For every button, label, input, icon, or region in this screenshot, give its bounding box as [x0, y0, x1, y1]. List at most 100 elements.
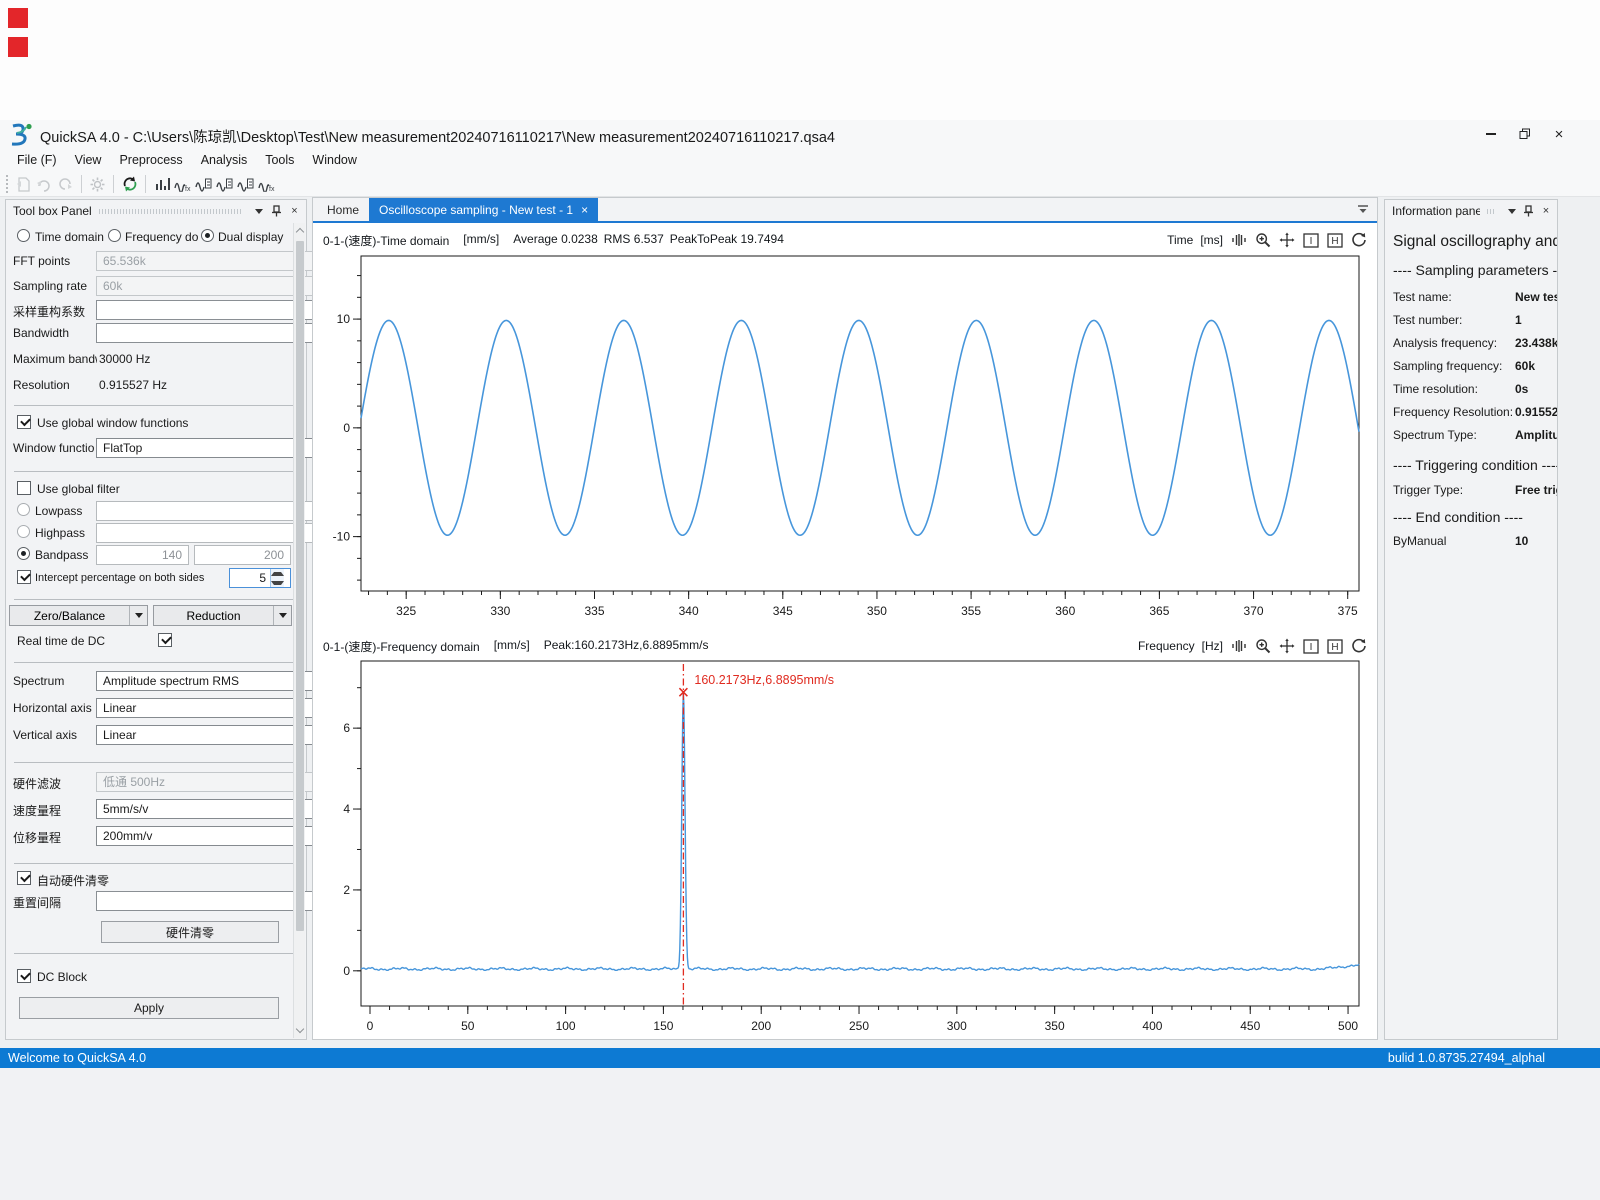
reduction-button[interactable]: Reduction — [153, 605, 292, 626]
redo-measurement-icon[interactable] — [34, 174, 55, 194]
close-icon[interactable]: × — [1539, 204, 1553, 219]
spin-down-button[interactable] — [271, 578, 284, 587]
radio-bandpass[interactable] — [17, 547, 30, 560]
intercept-spinner[interactable]: 5 — [229, 568, 291, 588]
menu-analysis[interactable]: Analysis — [192, 150, 257, 170]
bar-chart-icon[interactable] — [151, 174, 172, 194]
menu-file[interactable]: File (F) — [8, 150, 66, 170]
desktop-background — [0, 1068, 1600, 1200]
tab-oscilloscope-sampling[interactable]: Oscilloscope sampling - New test - 1 × — [369, 198, 598, 221]
new-measurement-icon[interactable] — [13, 174, 34, 194]
pin-icon[interactable] — [1522, 204, 1536, 219]
wave-report-icon[interactable] — [193, 174, 214, 194]
radio-dual-display[interactable] — [201, 229, 214, 242]
menu-view[interactable]: View — [66, 150, 111, 170]
panel-drag-dots[interactable] — [1487, 209, 1495, 214]
dc-block-checkbox[interactable] — [17, 969, 31, 983]
svg-text:2: 2 — [343, 883, 350, 897]
vertical-cursor-icon[interactable]: I — [1302, 232, 1319, 249]
svg-text:360: 360 — [1055, 604, 1075, 618]
wave-report-icon[interactable] — [214, 174, 235, 194]
max-bandwidth-label: Maximum bandwidth — [13, 352, 97, 366]
restore-button[interactable] — [1512, 124, 1538, 144]
panel-menu-icon[interactable] — [1505, 204, 1519, 219]
svg-text:325: 325 — [396, 604, 416, 618]
spin-up-button[interactable] — [271, 569, 284, 578]
freq-chart-peak: Peak:160.2173Hz,6.8895mm/s — [544, 638, 709, 655]
pan-icon[interactable] — [1278, 638, 1295, 655]
app-logo-icon — [9, 123, 35, 146]
information-panel-header: Information panel × — [1385, 200, 1557, 222]
spectrum-fx-icon[interactable]: fx — [172, 174, 193, 194]
horizontal-cursor-icon[interactable]: H — [1326, 232, 1343, 249]
menu-bar: File (F) View Preprocess Analysis Tools … — [0, 148, 1600, 172]
realtime-dc-label: Real time de DC — [17, 634, 105, 648]
dropdown-arrow-icon[interactable] — [129, 606, 147, 625]
radio-highpass[interactable] — [17, 525, 30, 538]
svg-text:500: 500 — [1338, 1019, 1358, 1033]
use-global-window-checkbox[interactable] — [17, 415, 31, 429]
use-global-filter-label: Use global filter — [37, 482, 120, 496]
intercept-label: Intercept percentage on both sides — [35, 572, 225, 584]
menu-tools[interactable]: Tools — [256, 150, 303, 170]
settings-gear-icon[interactable] — [87, 174, 108, 194]
svg-text:300: 300 — [947, 1019, 967, 1033]
svg-text:350: 350 — [867, 604, 887, 618]
reset-view-icon[interactable] — [1350, 232, 1367, 249]
minimize-button[interactable] — [1478, 124, 1504, 144]
pan-icon[interactable] — [1278, 232, 1295, 249]
svg-text:0: 0 — [367, 1019, 374, 1033]
toolbox-scrollbar[interactable] — [293, 223, 305, 1038]
dropdown-arrow-icon[interactable] — [273, 606, 291, 625]
apply-button[interactable]: Apply — [19, 997, 279, 1019]
panel-menu-icon[interactable] — [251, 204, 266, 219]
waveform-cursor-icon[interactable] — [1230, 232, 1247, 249]
horizontal-cursor-icon[interactable]: H — [1326, 638, 1343, 655]
tab-close-icon[interactable]: × — [581, 203, 588, 217]
spectrum-fx-icon[interactable]: fx — [256, 174, 277, 194]
toolbar-separator — [145, 175, 146, 193]
scrollbar-thumb[interactable] — [296, 241, 304, 931]
bandpass-high-input[interactable]: 200 — [194, 545, 291, 565]
menu-preprocess[interactable]: Preprocess — [110, 150, 191, 170]
refresh-connect-icon[interactable] — [119, 174, 140, 194]
info-section-sampling: ---- Sampling parameters ---- — [1393, 262, 1557, 278]
radio-frequency-domain[interactable] — [108, 229, 121, 242]
zero-balance-button[interactable]: Zero/Balance — [9, 605, 148, 626]
divider — [14, 762, 296, 763]
repeat-measurement-icon[interactable] — [55, 174, 76, 194]
menu-window[interactable]: Window — [303, 150, 365, 170]
close-button[interactable]: × — [1546, 124, 1572, 144]
hw-zero-button[interactable]: 硬件清零 — [101, 921, 279, 943]
realtime-dc-checkbox[interactable] — [158, 633, 172, 647]
svg-text:375: 375 — [1338, 604, 1358, 618]
zoom-in-icon[interactable] — [1254, 638, 1271, 655]
scroll-down-icon[interactable] — [296, 1025, 304, 1033]
toolbox-panel-header: Tool box Panel × — [6, 200, 306, 222]
radio-lowpass[interactable] — [17, 503, 30, 516]
tab-list-icon[interactable] — [1357, 204, 1369, 215]
sampling-rate-label: Sampling rate — [13, 279, 87, 293]
time-domain-chart[interactable]: 325330335340345350355360365370375-10010 — [313, 251, 1379, 634]
waveform-cursor-icon[interactable] — [1230, 638, 1247, 655]
auto-hw-zero-checkbox[interactable] — [17, 871, 31, 885]
wave-report-icon[interactable] — [235, 174, 256, 194]
panel-drag-dots[interactable] — [99, 209, 241, 214]
divider — [14, 599, 296, 600]
radio-time-domain[interactable] — [17, 229, 30, 242]
close-icon[interactable]: × — [287, 204, 302, 219]
svg-text:365: 365 — [1149, 604, 1169, 618]
status-bar: Welcome to QuickSA 4.0 bulid 1.0.8735.27… — [0, 1048, 1600, 1068]
scroll-up-icon[interactable] — [296, 228, 304, 236]
pin-icon[interactable] — [269, 204, 284, 219]
reset-view-icon[interactable] — [1350, 638, 1367, 655]
bandpass-low-input[interactable]: 140 — [96, 545, 189, 565]
vertical-cursor-icon[interactable]: I — [1302, 638, 1319, 655]
toolbar-grip[interactable] — [6, 175, 8, 193]
svg-text:400: 400 — [1142, 1019, 1162, 1033]
intercept-checkbox[interactable] — [17, 570, 31, 584]
use-global-filter-checkbox[interactable] — [17, 481, 31, 495]
tab-home[interactable]: Home — [317, 198, 369, 221]
zoom-in-icon[interactable] — [1254, 232, 1271, 249]
frequency-domain-chart[interactable]: 0501001502002503003504004505000246160.21… — [313, 656, 1379, 1036]
